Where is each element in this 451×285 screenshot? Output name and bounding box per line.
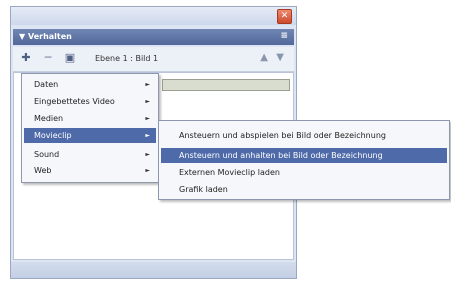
- remove-behavior-icon[interactable]: ━: [41, 51, 55, 65]
- menu-item-label: Web: [34, 166, 52, 175]
- behaviors-toolbar: ✚ ━ ▣ Ebene 1 : Bild 1 ▲ ▼: [13, 47, 294, 72]
- submenu-item-label: Externen Movieclip laden: [179, 168, 280, 177]
- menu-item-label: Sound: [34, 150, 60, 159]
- close-icon: ✕: [280, 11, 289, 21]
- add-behavior-icon[interactable]: ✚: [19, 51, 33, 65]
- submenu-arrow-icon: ►: [145, 81, 150, 88]
- menu-item-web[interactable]: Web ►: [24, 163, 156, 178]
- submenu-item-label: Ansteuern und anhalten bei Bild oder Bez…: [179, 151, 383, 160]
- movieclip-submenu: Ansteuern und abspielen bei Bild oder Be…: [158, 120, 450, 200]
- submenu-arrow-icon: ►: [145, 151, 150, 158]
- menu-item-sound[interactable]: Sound ►: [24, 147, 156, 162]
- menu-item-daten[interactable]: Daten ►: [24, 77, 156, 92]
- window-titlebar[interactable]: ✕: [11, 7, 296, 25]
- behavior-category-menu: Daten ► Eingebettetes Video ► Medien ► M…: [21, 73, 159, 183]
- submenu-arrow-icon: ►: [145, 98, 150, 105]
- submenu-arrow-icon: ►: [145, 167, 150, 174]
- menu-item-label: Medien: [34, 114, 64, 123]
- submenu-item-grafik-laden[interactable]: Grafik laden: [161, 182, 447, 197]
- submenu-item-ansteuern-anhalten[interactable]: Ansteuern und anhalten bei Bild oder Bez…: [161, 148, 447, 163]
- menu-item-eingebettetes-video[interactable]: Eingebettetes Video ►: [24, 94, 156, 109]
- menu-item-label: Daten: [34, 80, 59, 89]
- menu-item-label: Eingebettetes Video: [34, 97, 115, 106]
- window-footer: [11, 262, 296, 278]
- submenu-item-ansteuern-abspielen[interactable]: Ansteuern und abspielen bei Bild oder Be…: [161, 128, 447, 143]
- close-button[interactable]: ✕: [277, 9, 292, 24]
- object-icon: ▣: [64, 51, 76, 64]
- panel-header[interactable]: ▼ Verhalten ≡: [13, 29, 294, 45]
- submenu-arrow-icon: ►: [145, 115, 150, 122]
- menu-item-label: Movieclip: [34, 131, 72, 140]
- submenu-item-label: Ansteuern und abspielen bei Bild oder Be…: [179, 131, 386, 140]
- panel-options-icon[interactable]: ≡: [280, 31, 288, 41]
- menu-item-medien[interactable]: Medien ►: [24, 111, 156, 126]
- submenu-arrow-icon: ►: [145, 132, 150, 139]
- move-down-icon[interactable]: ▼: [276, 52, 284, 63]
- menu-item-movieclip[interactable]: Movieclip ►: [24, 128, 156, 143]
- target-label: Ebene 1 : Bild 1: [95, 54, 159, 63]
- move-up-icon[interactable]: ▲: [260, 52, 268, 63]
- submenu-item-label: Grafik laden: [179, 185, 228, 194]
- event-column-header: [162, 79, 290, 91]
- panel-title[interactable]: ▼ Verhalten: [19, 32, 72, 41]
- submenu-item-externen-movieclip-laden[interactable]: Externen Movieclip laden: [161, 165, 447, 180]
